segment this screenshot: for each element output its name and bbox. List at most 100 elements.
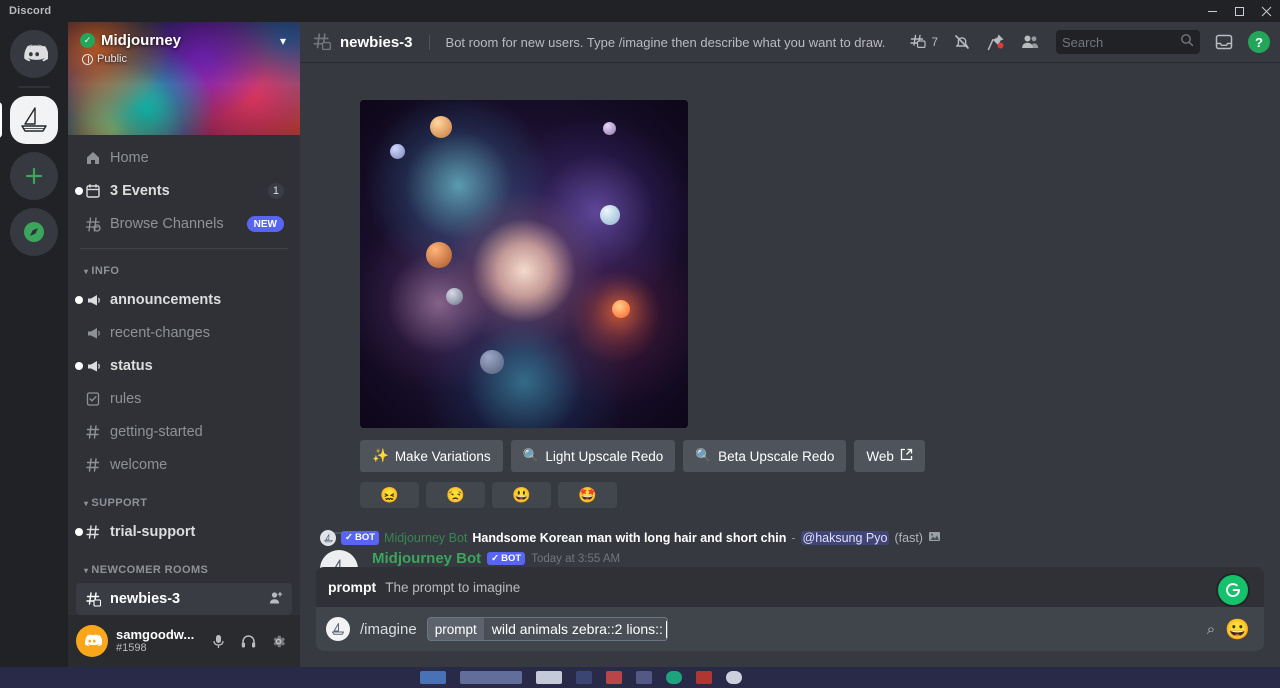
- hash-thread-icon: [312, 32, 332, 52]
- channel-topic[interactable]: Bot room for new users. Type /imagine th…: [428, 34, 889, 50]
- unread-indicator: [75, 296, 83, 304]
- reply-reference[interactable]: ✓ BOT Midjourney Bot Handsome Korean man…: [320, 530, 941, 546]
- message-composer: prompt The prompt to imagine /imagine pr…: [300, 567, 1280, 667]
- rail-item-explore-servers[interactable]: [10, 208, 58, 256]
- sidebar-item-getting-started[interactable]: getting-started: [76, 416, 292, 448]
- threads-icon[interactable]: 7: [909, 33, 938, 52]
- threads-count: 7: [931, 35, 938, 49]
- sidebar-item-events[interactable]: 3 Events 1: [75, 175, 292, 207]
- image-attachment-icon: [928, 530, 941, 546]
- message-reactions: 😖 😒 😃 🤩: [360, 482, 617, 508]
- channel-list[interactable]: Home 3 Events 1 Browse Channels NEW ▾ IN…: [68, 135, 300, 615]
- external-link-icon: [900, 448, 913, 464]
- headphones-icon[interactable]: [234, 627, 262, 655]
- web-button[interactable]: Web: [854, 440, 925, 472]
- taskbar-item[interactable]: [606, 671, 622, 684]
- channel-title: newbies-3: [340, 33, 413, 51]
- reaction-smiley[interactable]: 😃: [492, 482, 551, 508]
- help-icon[interactable]: ?: [1248, 31, 1270, 53]
- sidebar-item-rules[interactable]: rules: [76, 383, 292, 415]
- light-upscale-redo-button[interactable]: 🔍 Light Upscale Redo: [510, 440, 676, 472]
- sidebar-item-recent-changes[interactable]: recent-changes: [76, 317, 292, 349]
- taskbar-item[interactable]: [576, 671, 592, 684]
- guild-banner[interactable]: ✓ Midjourney ▾ Public: [68, 22, 300, 135]
- button-label: Light Upscale Redo: [545, 448, 664, 464]
- taskbar-item[interactable]: [666, 671, 682, 684]
- gear-icon[interactable]: [264, 627, 292, 655]
- make-variations-button[interactable]: ✨ Make Variations: [360, 440, 503, 472]
- image-orb: [390, 144, 405, 159]
- verified-check-icon: ✓: [80, 33, 95, 48]
- grammarly-icon[interactable]: [1218, 575, 1248, 605]
- chevron-down-icon[interactable]: ▾: [280, 34, 286, 48]
- category-info[interactable]: ▾ INFO: [68, 259, 300, 283]
- message-input[interactable]: /imagine prompt wild animals zebra::2 li…: [316, 607, 1264, 651]
- sidebar-item-trial-support[interactable]: trial-support: [75, 516, 292, 548]
- taskbar-item[interactable]: [420, 671, 446, 684]
- message-header: Midjourney Bot ✓ BOT Today at 3:55 AM: [372, 550, 1045, 567]
- avatar[interactable]: [76, 625, 108, 657]
- button-label: Beta Upscale Redo: [718, 448, 835, 464]
- message-author[interactable]: Midjourney Bot: [372, 550, 481, 567]
- beta-upscale-redo-button[interactable]: 🔍 Beta Upscale Redo: [683, 440, 847, 472]
- rail-item-server-midjourney[interactable]: [0, 96, 58, 144]
- slash-command-name: /imagine: [360, 620, 417, 638]
- category-support[interactable]: ▾ SUPPORT: [68, 491, 300, 515]
- check-icon: ✓: [491, 552, 500, 564]
- check-icon: ✓: [345, 532, 353, 544]
- pinned-messages-icon[interactable]: [986, 32, 1006, 52]
- reaction-unamused[interactable]: 😒: [426, 482, 485, 508]
- taskbar-item[interactable]: [460, 671, 522, 684]
- member-list-icon[interactable]: [1020, 32, 1040, 52]
- taskbar-item[interactable]: [636, 671, 652, 684]
- guild-header[interactable]: ✓ Midjourney: [80, 32, 181, 49]
- image-orb: [480, 350, 504, 374]
- notification-muted-icon[interactable]: [952, 32, 972, 52]
- sidebar-item-label: status: [110, 358, 153, 374]
- magnifier-icon: 🔍: [695, 448, 713, 463]
- category-newcomer-rooms[interactable]: ▾ NEWCOMER ROOMS: [68, 558, 300, 582]
- command-parameter[interactable]: prompt wild animals zebra::2 lions::: [426, 617, 669, 641]
- message-list[interactable]: ✨ Make Variations 🔍 Light Upscale Redo 🔍…: [300, 62, 1280, 587]
- user-panel: samgoodw... #1598: [68, 615, 300, 667]
- guild-visibility-label: Public: [97, 53, 127, 65]
- generated-image[interactable]: [360, 100, 688, 428]
- sidebar-item-welcome[interactable]: welcome: [76, 449, 292, 481]
- sidebar-item-announcements[interactable]: announcements: [75, 284, 292, 316]
- discord-logo-icon: [24, 44, 48, 62]
- reaction-confounded[interactable]: 😖: [360, 482, 419, 508]
- os-taskbar[interactable]: [0, 667, 1280, 688]
- emoji-picker-icon[interactable]: 😀: [1225, 617, 1250, 642]
- sidebar-item-browse-channels[interactable]: Browse Channels NEW: [76, 208, 292, 240]
- microphone-icon[interactable]: [204, 627, 232, 655]
- minimize-icon[interactable]: [1199, 0, 1226, 22]
- search-placeholder: Search: [1062, 34, 1104, 50]
- inbox-icon[interactable]: [1214, 32, 1234, 52]
- taskbar-item[interactable]: [726, 671, 742, 684]
- sidebar-item-label: welcome: [110, 457, 168, 473]
- bot-badge: ✓ BOT: [487, 551, 526, 566]
- new-badge: NEW: [246, 216, 284, 232]
- add-member-icon[interactable]: [268, 590, 284, 609]
- sidebar-item-newbies-3[interactable]: newbies-3: [76, 583, 292, 615]
- reply-mention[interactable]: @haksung Pyo: [800, 531, 890, 545]
- sidebar-item-status[interactable]: status: [75, 350, 292, 382]
- rail-item-add-server[interactable]: [10, 152, 58, 200]
- reaction-star-struck[interactable]: 🤩: [558, 482, 617, 508]
- parameter-value[interactable]: wild animals zebra::2 lions::: [484, 618, 665, 640]
- image-orb: [603, 122, 616, 135]
- sidebar-item-home[interactable]: Home: [76, 142, 292, 174]
- sparkles-icon: ✨: [372, 448, 389, 463]
- hash-thread-icon: [84, 590, 102, 608]
- search-input[interactable]: Search: [1056, 30, 1200, 54]
- window-controls: [1199, 0, 1280, 22]
- midjourney-sailboat-icon: [326, 617, 350, 641]
- rail-item-discord-home[interactable]: [10, 30, 58, 78]
- taskbar-item[interactable]: [536, 671, 562, 684]
- user-identity[interactable]: samgoodw... #1598: [116, 627, 194, 654]
- close-icon[interactable]: [1253, 0, 1280, 22]
- maximize-icon[interactable]: [1226, 0, 1253, 22]
- avatar: [320, 530, 336, 546]
- taskbar-item[interactable]: [696, 671, 712, 684]
- discord-window: Discord ✓ Midjourney ▾ Public Home 3 Eve…: [0, 0, 1280, 688]
